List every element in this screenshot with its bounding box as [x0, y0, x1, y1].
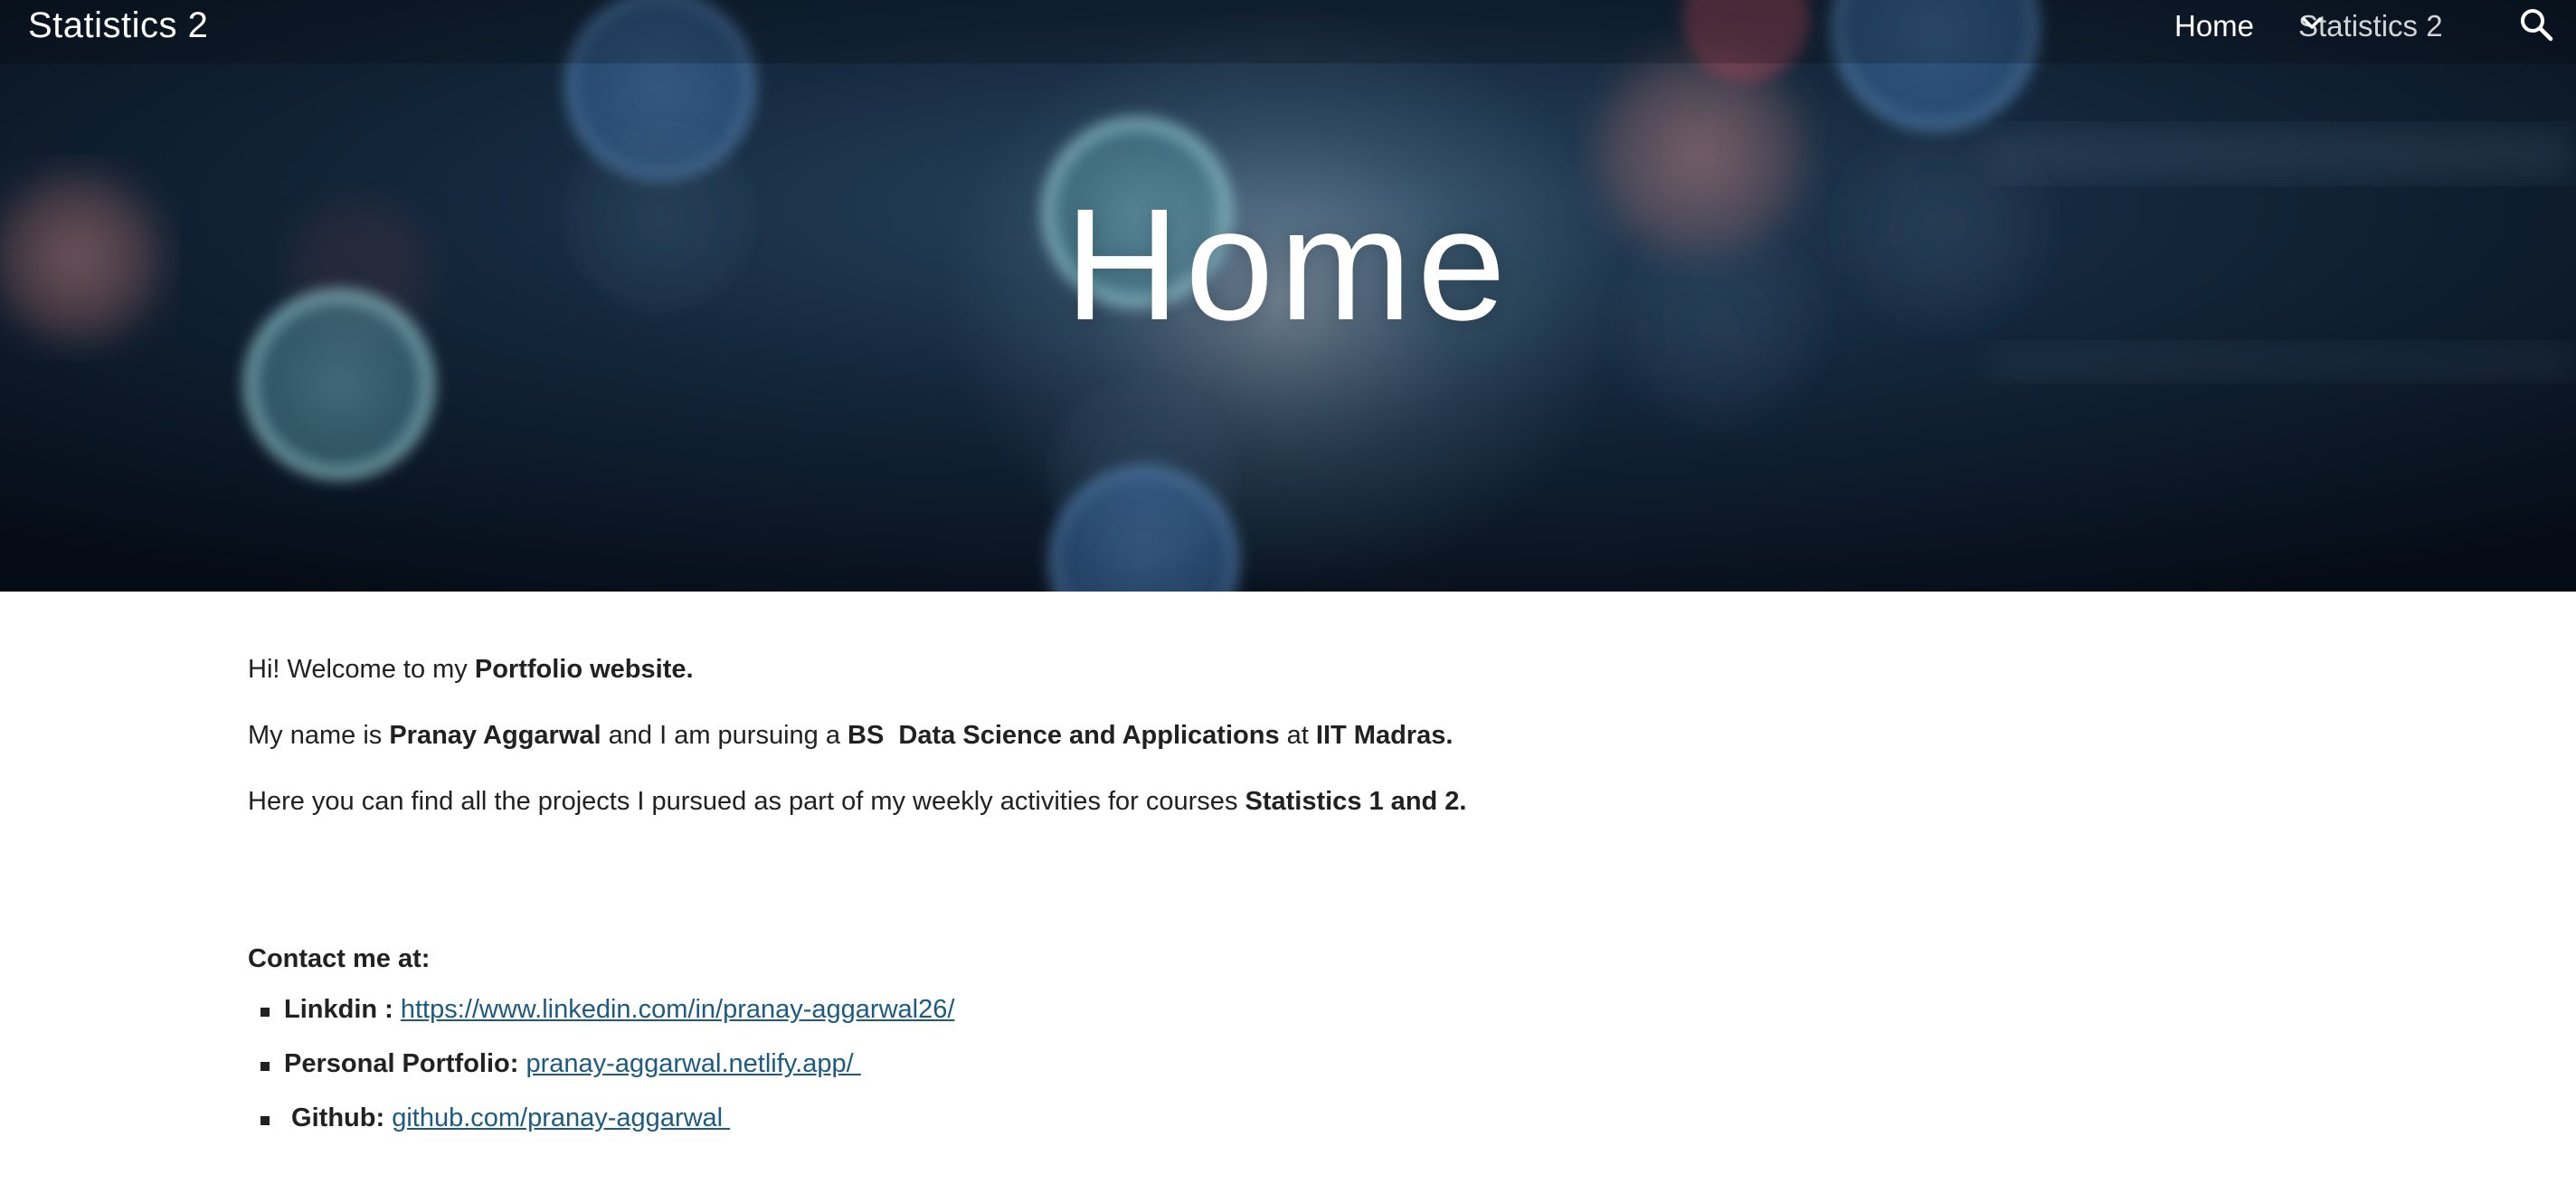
- bullet-icon: [260, 1062, 270, 1071]
- list-item: Github: github.com/pranay-aggarwal: [248, 1104, 954, 1158]
- welcome-emphasis: Portfolio website.: [474, 655, 694, 684]
- bullet-icon: [260, 1008, 270, 1017]
- welcome-text: Hi! Welcome to my: [248, 655, 475, 684]
- portfolio-label: Personal Portfolio:: [284, 1049, 526, 1078]
- degree-name: BS Data Science and Applications: [848, 721, 1280, 750]
- github-label: Github:: [284, 1104, 393, 1132]
- hero-banner: Statistics 2 Home Statistics 2 Home: [0, 0, 2576, 592]
- intro-text-3: at: [1279, 721, 1316, 750]
- institute-name: IIT Madras: [1315, 721, 1446, 750]
- nav-item-home[interactable]: Home: [2174, 9, 2254, 43]
- portfolio-link[interactable]: pranay-aggarwal.netlify.app/: [526, 1049, 860, 1078]
- github-link[interactable]: github.com/pranay-aggarwal: [392, 1104, 730, 1132]
- welcome-paragraph: Hi! Welcome to my Portfolio website.: [248, 653, 694, 687]
- intro-period: .: [1445, 721, 1454, 750]
- nav-item-statistics-2[interactable]: Statistics 2: [2298, 9, 2483, 43]
- intro-paragraph: My name is Pranay Aggarwal and I am purs…: [248, 719, 1453, 753]
- author-name: Pranay Aggarwal: [389, 721, 601, 750]
- projects-paragraph: Here you can find all the projects I pur…: [248, 785, 1467, 819]
- site-title[interactable]: Statistics 2: [28, 5, 208, 46]
- list-item: Personal Portfolio: pranay-aggarwal.netl…: [248, 1049, 954, 1104]
- top-navigation-bar: Statistics 2 Home Statistics 2: [0, 0, 2576, 56]
- search-icon[interactable]: [2518, 7, 2554, 43]
- chevron-down-icon[interactable]: [2302, 13, 2483, 40]
- page-title: Home: [1065, 176, 1511, 354]
- projects-text: Here you can find all the projects I pur…: [248, 787, 1245, 816]
- contact-heading: Contact me at:: [248, 944, 431, 973]
- intro-text-2: and I am pursuing a: [601, 721, 848, 750]
- linkedin-label: Linkdin :: [284, 995, 401, 1024]
- courses-name: Statistics 1 and 2.: [1245, 787, 1467, 816]
- linkedin-link[interactable]: https://www.linkedin.com/in/pranay-aggar…: [401, 995, 955, 1024]
- intro-text-1: My name is: [248, 721, 390, 750]
- contact-list: Linkdin : https://www.linkedin.com/in/pr…: [248, 995, 954, 1158]
- bullet-icon: [260, 1116, 270, 1125]
- list-item: Linkdin : https://www.linkedin.com/in/pr…: [248, 995, 954, 1049]
